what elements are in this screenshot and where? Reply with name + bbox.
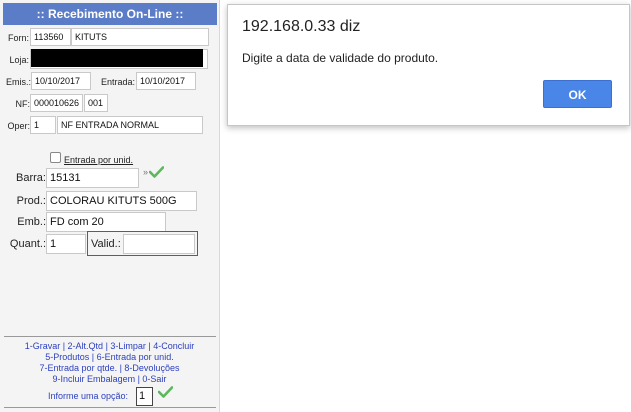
prod-label: Prod.:	[16, 195, 46, 207]
bottom-separator	[4, 407, 216, 408]
entrada-label: Entrada:	[100, 77, 135, 87]
check-icon[interactable]	[158, 386, 173, 398]
receiving-panel: :: Recebimento On-Line :: Forn: 113560 K…	[0, 0, 220, 412]
dialog-message: Digite a data de validade do produto.	[242, 51, 439, 65]
menu-line-2: 5-Produtos | 6-Entrada por unid.	[45, 352, 174, 362]
option-input[interactable]: 1	[136, 387, 153, 406]
quant-label: Quant.:	[9, 238, 46, 250]
quant-input[interactable]: 1	[46, 234, 86, 254]
forn-code-field: 113560	[30, 28, 71, 46]
barra-label: Barra:	[16, 172, 46, 184]
entrada-unid-checkbox[interactable]	[50, 152, 61, 163]
check-icon[interactable]	[149, 166, 164, 178]
oper-name-field: NF ENTRADA NORMAL	[57, 116, 203, 134]
menu-line-4: 9-Incluir Embalagem | 0-Sair	[52, 374, 167, 384]
valid-label: Valid.:	[91, 238, 121, 250]
redacted-store-name	[31, 49, 203, 67]
entrada-unid-label: Entrada por unid.	[64, 155, 134, 165]
valid-group: Valid.:	[87, 231, 198, 256]
forn-name-field: KITUTS	[71, 28, 209, 46]
loja-label: Loja:	[9, 55, 29, 65]
barra-marker: »	[143, 167, 149, 177]
oper-code-field: 1	[30, 116, 56, 134]
nf-number-field: 000010626	[30, 94, 83, 112]
forn-label: Forn:	[7, 33, 29, 43]
valid-input[interactable]	[123, 234, 195, 254]
panel-title: :: Recebimento On-Line ::	[3, 3, 217, 25]
barra-input[interactable]: 15131	[46, 168, 139, 188]
option-prompt-label: Informe uma opção:	[48, 391, 129, 401]
emis-label: Emis.:	[5, 77, 31, 87]
menu-line-3: 7-Entrada por qtde. | 8-Devoluções	[39, 363, 180, 373]
emb-label: Emb.:	[17, 216, 46, 228]
nf-label: NF:	[15, 99, 31, 109]
alert-dialog: 192.168.0.33 diz Digite a data de valida…	[227, 4, 630, 126]
emis-field: 10/10/2017	[31, 72, 91, 90]
entrada-field: 10/10/2017	[136, 72, 196, 90]
ok-button[interactable]: OK	[543, 80, 612, 108]
dialog-title: 192.168.0.33 diz	[242, 18, 361, 35]
menu-separator	[4, 336, 216, 337]
emb-field: FD com 20	[46, 212, 166, 232]
menu-line-1: 1-Gravar | 2-Alt.Qtd | 3-Limpar | 4-Conc…	[24, 341, 195, 351]
prod-field: COLORAU KITUTS 500G	[46, 191, 197, 211]
oper-label: Oper:	[7, 121, 30, 131]
nf-serie-field: 001	[84, 94, 108, 112]
